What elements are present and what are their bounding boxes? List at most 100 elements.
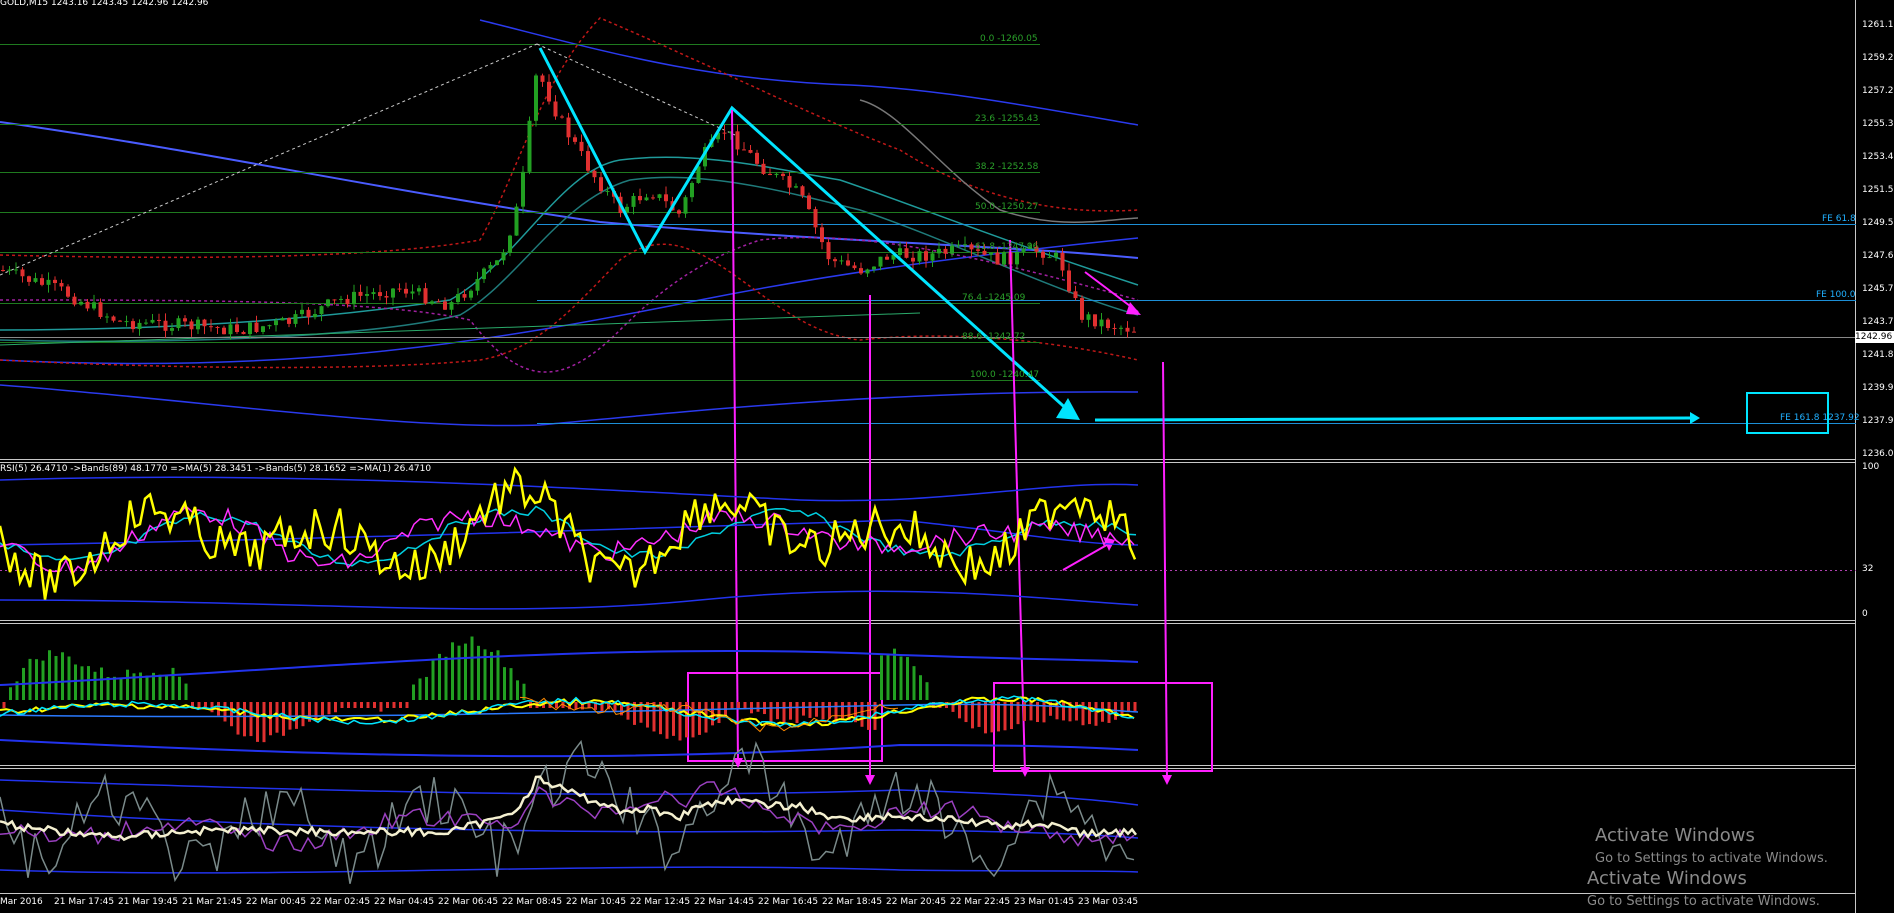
candle-body: [79, 301, 83, 305]
candle-body: [553, 101, 558, 117]
candle-body: [163, 320, 168, 331]
histogram-bar: [984, 702, 987, 734]
price-tick: 1255.37: [1862, 119, 1894, 129]
histogram-bar: [61, 652, 64, 700]
candle-body: [482, 268, 486, 280]
histogram-bar: [698, 702, 701, 735]
candle-body: [969, 244, 974, 250]
candle-body: [475, 279, 480, 291]
candle-body: [781, 173, 785, 177]
candle-body: [46, 279, 51, 285]
candle-body: [85, 301, 90, 309]
histogram-bar: [243, 702, 246, 737]
histogram-bar: [457, 645, 461, 700]
rsi-tick: 100: [1862, 462, 1880, 472]
histogram-bar: [249, 702, 253, 737]
candle-body: [755, 152, 759, 164]
time-tick: Mar 2016: [0, 897, 43, 907]
candle-body: [586, 151, 590, 171]
histogram-bar: [223, 702, 227, 722]
fe-label: FE 161.8 1237.92: [1780, 413, 1860, 423]
candle-body: [92, 302, 96, 309]
candle-body: [189, 321, 194, 330]
histogram-bar: [503, 667, 506, 700]
candle-body: [319, 306, 324, 315]
histogram-bar: [282, 702, 285, 736]
histogram-bar: [906, 657, 909, 700]
candle-body: [300, 309, 304, 315]
candle-body: [209, 326, 213, 328]
candle-body: [748, 149, 753, 153]
time-tick: 22 Mar 00:45: [246, 897, 307, 907]
candle-body: [898, 248, 902, 255]
candle-body: [105, 316, 109, 318]
candle-body: [742, 149, 746, 151]
candle-body: [248, 322, 252, 335]
price-tick: 1241.87: [1862, 350, 1894, 360]
fib-label: 38.2 -1252.58: [975, 162, 1039, 172]
histogram-bar: [93, 671, 97, 700]
candle-body: [462, 294, 467, 298]
candle-body: [241, 331, 246, 335]
candle-body: [436, 301, 441, 303]
candle-body: [33, 278, 38, 282]
histogram-bar: [321, 702, 324, 717]
candle-body: [820, 227, 824, 243]
price-tick: 1251.52: [1862, 185, 1894, 195]
candle-body: [111, 316, 116, 321]
candle-body: [508, 235, 512, 253]
candle-body: [521, 171, 525, 207]
candle-body: [1106, 319, 1110, 328]
candle-body: [852, 265, 857, 269]
candle-body: [696, 166, 701, 183]
candle-body: [1047, 257, 1052, 259]
candle-body: [404, 288, 408, 294]
candle-body: [956, 244, 961, 246]
candle-body: [150, 319, 155, 323]
histogram-bar: [386, 702, 389, 708]
time-tick: 22 Mar 16:45: [758, 897, 819, 907]
time-tick: 22 Mar 10:45: [566, 897, 627, 907]
candle-body: [833, 259, 837, 262]
candle-body: [449, 302, 454, 310]
candle-body: [332, 299, 337, 301]
candle-body: [878, 256, 883, 267]
candle-body: [345, 298, 350, 305]
candle-body: [1041, 251, 1045, 258]
histogram-bar: [717, 702, 721, 724]
histogram-bar: [509, 668, 513, 700]
histogram-bar: [379, 702, 383, 712]
candle-body: [1099, 319, 1104, 327]
histogram-bar: [1088, 702, 1091, 725]
time-tick: 22 Mar 04:45: [374, 897, 435, 907]
rsi-tick: 0: [1862, 609, 1868, 619]
candle-body: [787, 176, 792, 188]
candle-body: [131, 321, 135, 330]
histogram-bar: [87, 666, 90, 700]
candle-body: [417, 288, 421, 292]
candle-body: [774, 173, 779, 176]
candle-body: [644, 197, 649, 201]
candle-body: [176, 318, 181, 329]
histogram-indicator: [0, 636, 1139, 758]
fib-label: 88.6 -1242.72: [962, 332, 1026, 342]
histogram-bar: [360, 702, 363, 708]
candle-body: [950, 245, 954, 254]
time-tick: 22 Mar 08:45: [502, 897, 563, 907]
histogram-bar: [1075, 702, 1078, 721]
candle-body: [677, 210, 681, 214]
histogram-bar: [893, 648, 896, 700]
candle-body: [800, 186, 805, 196]
histogram-bar: [477, 645, 480, 700]
candle-body: [7, 269, 12, 271]
candle-body: [1067, 270, 1071, 292]
candle-body: [1086, 314, 1091, 320]
chart-canvas[interactable]: [0, 0, 1894, 913]
candle-body: [599, 177, 603, 192]
candle-body: [137, 322, 142, 330]
candle-body: [280, 318, 285, 321]
candle-body: [274, 320, 278, 326]
histogram-bar: [1101, 702, 1104, 722]
fe-label: FE 61.8: [1822, 214, 1856, 224]
histogram-bar: [756, 702, 760, 712]
